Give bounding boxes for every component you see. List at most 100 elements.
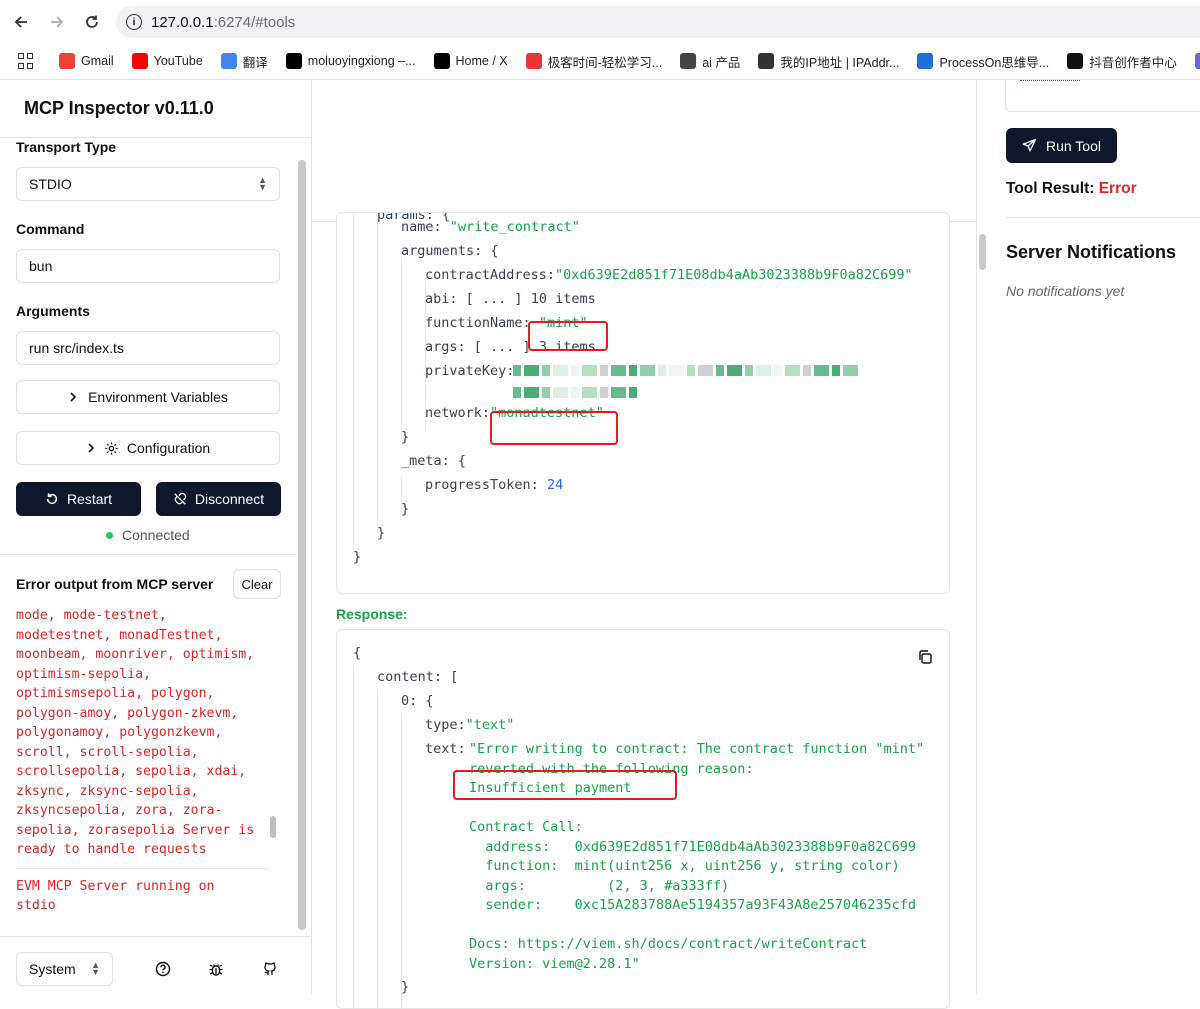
excalidraw-icon [1194, 53, 1200, 69]
forward-icon[interactable] [45, 10, 69, 34]
response-label: Response: [336, 606, 408, 622]
close-brace: } [401, 501, 410, 517]
redacted-block [582, 387, 597, 398]
help-icon[interactable] [155, 961, 171, 977]
x-icon [433, 53, 450, 69]
json-number: 24 [546, 477, 564, 493]
tool-history-panel: params: { name: "write_contract" argumen… [312, 80, 976, 1009]
restart-button[interactable]: Restart [16, 482, 141, 516]
bookmark-label: 极客时间-轻松学习... [547, 55, 663, 70]
private-key-row: privateKey: [425, 359, 514, 383]
bookmark-item[interactable]: 我的IP地址 | IPAddr... [758, 52, 899, 71]
bookmark-item[interactable]: moluoyingxiong –... [285, 53, 416, 69]
redacted-block [524, 365, 539, 376]
divider [16, 867, 268, 869]
arguments-input[interactable]: run src/index.ts [16, 331, 280, 365]
run-tool-button[interactable]: Run Tool [1006, 128, 1117, 163]
indent-guide [353, 666, 354, 1008]
transport-type-select[interactable]: STDIO ▲ ▼ [16, 167, 280, 201]
redacted-block [716, 365, 724, 376]
panel-scrollbar[interactable] [979, 234, 986, 270]
redacted-block [814, 365, 829, 376]
highlight-box [490, 411, 618, 445]
bookmark-item[interactable]: Gmail [59, 53, 114, 69]
progress-token-row: progressToken: 24 [425, 473, 563, 497]
address-bar[interactable]: i 127.0.0.1:6274/#tools [116, 6, 1200, 38]
response-text-line: sender: 0xc15A283788Ae5194357a93F43A8e25… [469, 897, 917, 913]
json-key: progressToken: [425, 477, 539, 493]
transport-type-value: STDIO [29, 176, 72, 192]
divider [1005, 217, 1200, 218]
clear-button[interactable]: Clear [233, 569, 281, 599]
redacted-block [553, 365, 568, 376]
redacted-block [513, 387, 521, 398]
bookmarks-bar: Gmail YouTube 翻译 moluoyingxiong –... Home / … [0, 48, 1200, 74]
params-input-area [1005, 80, 1200, 112]
bookmark-item[interactable]: Home / X [433, 53, 508, 69]
back-icon[interactable] [9, 10, 33, 34]
bug-icon[interactable] [208, 961, 224, 977]
bookmark-label: 翻译 [242, 55, 268, 70]
redacted-block [698, 365, 713, 376]
command-input[interactable]: bun [16, 249, 280, 283]
redacted-private-key [513, 365, 858, 376]
json-key: contractAddress: [425, 267, 556, 283]
error-output-log: mode, mode-testnet, modetestnet, monadTe… [16, 606, 268, 918]
redacted-block [524, 387, 539, 398]
bookmark-label: ai 产品 [702, 55, 741, 70]
meta-key: _meta: { [401, 453, 467, 469]
bookmark-item[interactable]: Exc [1194, 53, 1200, 69]
bookmark-label: YouTube [153, 54, 203, 68]
contract-address-row: contractAddress:"0xd639E2d851f71E08db4aA… [425, 263, 913, 287]
server-notifications-title: Server Notifications [1006, 242, 1177, 262]
redacted-block [611, 387, 626, 398]
request-json-viewer: params: { name: "write_contract" argumen… [336, 212, 950, 594]
github-icon[interactable] [262, 961, 278, 977]
send-icon [1022, 138, 1037, 153]
sidebar-scrollbar[interactable] [298, 160, 308, 940]
bookmark-item[interactable]: YouTube [131, 53, 203, 69]
redacted-block [600, 387, 608, 398]
bookmark-item[interactable]: 抖音创作者中心 [1067, 52, 1177, 71]
indent-guide [401, 259, 402, 439]
notifications-empty-state: No notifications yet [1006, 283, 1125, 299]
log-message: EVM MCP Server running on stdio [16, 878, 215, 914]
theme-select[interactable]: System ▲ ▼ [16, 952, 113, 986]
chevron-right-icon [68, 389, 78, 405]
response-text-line: Version: viem@2.28.1" [469, 955, 640, 972]
bookmark-item[interactable]: ai 产品 [680, 52, 740, 71]
browser-chrome: i 127.0.0.1:6274/#tools Gmail YouTube 翻译 mo… [0, 0, 1200, 80]
bookmark-item[interactable]: ProcessOn思维导... [917, 52, 1049, 71]
error-log-scrollbar[interactable] [270, 610, 276, 910]
content-key: content: [ [377, 669, 459, 685]
bookmark-item[interactable]: 翻译 [220, 52, 268, 71]
json-key: type: [425, 717, 466, 733]
run-tool-label: Run Tool [1045, 137, 1101, 154]
tiktok-icon [1067, 53, 1084, 69]
apps-grid-icon[interactable] [18, 53, 33, 69]
index-key: 0: { [401, 693, 434, 709]
transport-type-label: Transport Type [16, 139, 117, 155]
tool-result-label: Tool Result: [1006, 180, 1095, 197]
divider [0, 554, 296, 555]
close-brace: } [401, 979, 410, 995]
chevron-right-icon [86, 440, 96, 456]
arguments-key: arguments: { [401, 243, 499, 259]
abi-row[interactable]: abi: [ ... ] 10 items [425, 287, 596, 311]
redacted-block [803, 365, 811, 376]
disconnect-button[interactable]: Disconnect [156, 482, 281, 516]
environment-variables-button[interactable]: Environment Variables [16, 380, 280, 414]
redacted-block [542, 387, 550, 398]
redacted-block [843, 365, 858, 376]
site-info-icon[interactable]: i [126, 14, 142, 30]
reload-icon[interactable] [80, 10, 104, 34]
configuration-button[interactable]: Configuration [16, 431, 280, 465]
command-value: bun [29, 258, 53, 274]
bookmark-label: Home / X [455, 54, 508, 68]
copy-icon[interactable] [917, 649, 933, 665]
redacted-block [571, 387, 579, 398]
translate-icon [220, 53, 237, 69]
bookmark-item[interactable]: 极客时间-轻松学习... [525, 52, 663, 71]
redacted-block [571, 365, 579, 376]
json-key: network: [425, 405, 491, 421]
